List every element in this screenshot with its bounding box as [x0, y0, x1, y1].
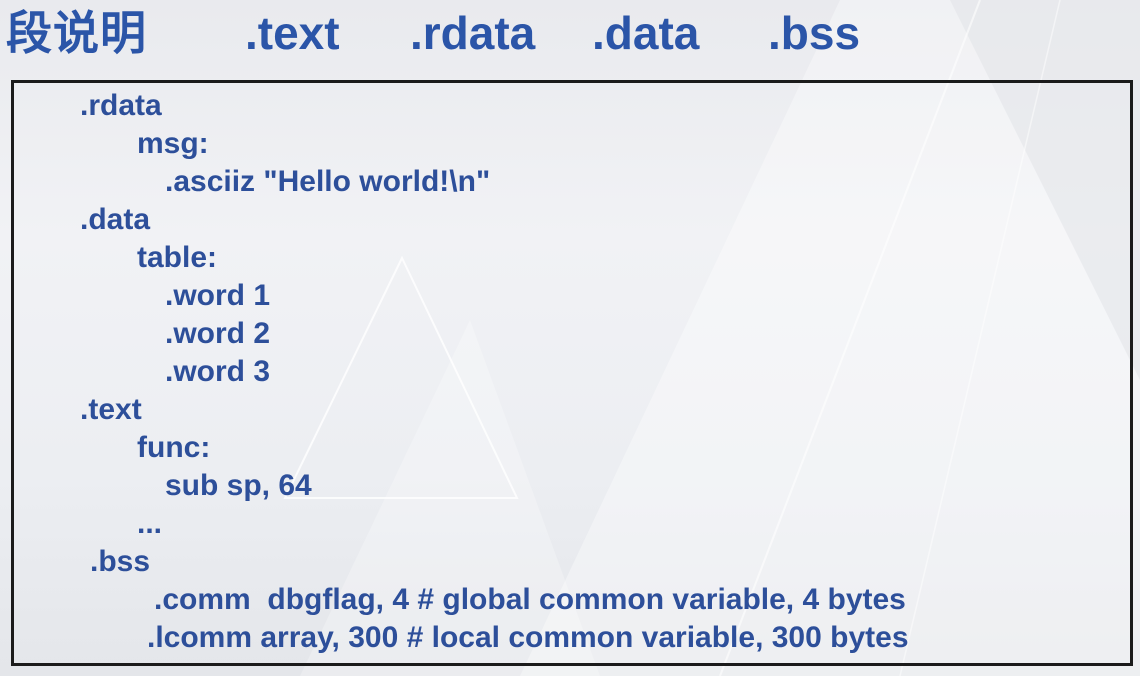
code-line-data-directive: .data: [80, 203, 151, 236]
code-line-word-2: .word 2: [165, 317, 271, 350]
code-line-lcomm: .lcomm array, 300 # local common variabl…: [147, 621, 909, 654]
section-name-text: .text: [245, 7, 340, 59]
section-name-data: .data: [592, 7, 700, 59]
slide-title: 段说明: [6, 7, 147, 59]
code-line-rdata-directive: .rdata: [80, 89, 162, 122]
code-listing-box: .rdata msg: .asciiz "Hello world!\n" .da…: [11, 80, 1133, 666]
section-name-bss: .bss: [768, 7, 861, 59]
slide-header: 段说明 .text .rdata .data .bss: [0, 0, 1140, 72]
code-line-msg-label: msg:: [137, 127, 209, 160]
code-line-text-directive: .text: [80, 393, 142, 426]
code-line-comm: .comm dbgflag, 4 # global common variabl…: [154, 583, 906, 616]
code-line-word-1: .word 1: [165, 279, 271, 312]
section-name-rdata: .rdata: [410, 7, 536, 59]
code-line-sub-sp: sub sp, 64: [165, 469, 312, 502]
code-line-func-label: func:: [137, 431, 211, 464]
code-line-asciiz: .asciiz "Hello world!\n": [165, 165, 491, 198]
code-line-ellipsis: ...: [137, 507, 163, 540]
code-line-bss-directive: .bss: [90, 545, 151, 578]
code-line-table-label: table:: [137, 241, 218, 274]
code-line-word-3: .word 3: [165, 355, 271, 388]
